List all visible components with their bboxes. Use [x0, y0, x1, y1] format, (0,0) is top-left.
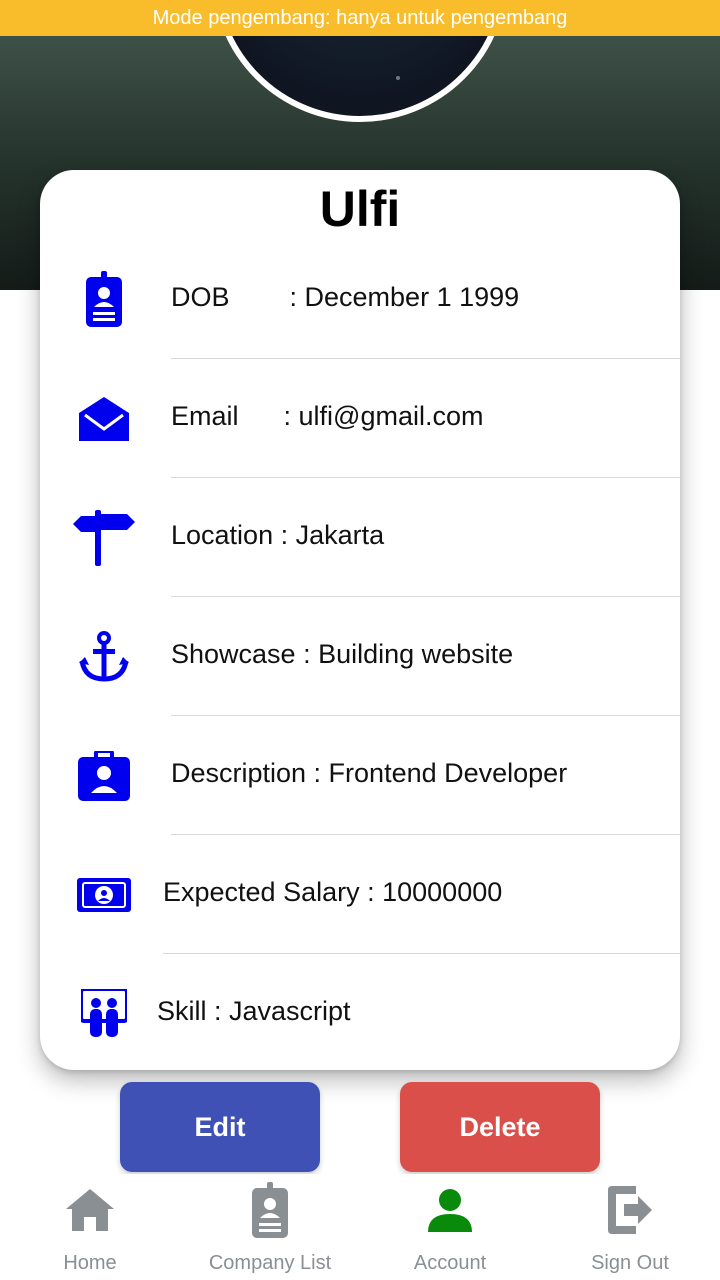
briefcase-user-icon [72, 744, 136, 808]
nav-item-company-list[interactable]: Company List [180, 1174, 360, 1280]
bottom-navigation: Home Company List Account Sign Out [0, 1174, 720, 1280]
detail-row-email: Email : ulfi@gmail.com [40, 359, 680, 478]
detail-label: Location : Jakarta [171, 520, 385, 550]
profile-name: Ulfi [319, 181, 401, 237]
detail-row-description: Description : Frontend Developer [40, 716, 680, 835]
detail-label: Showcase : Building website [171, 639, 514, 669]
detail-row-location: Location : Jakarta [40, 478, 680, 597]
nav-label-company-list: Company List [208, 1252, 332, 1274]
detail-row-dob: DOB : December 1 1999 [40, 240, 680, 359]
money-bill-icon [72, 863, 136, 927]
id-badge-icon [72, 268, 136, 332]
home-icon [0, 1182, 180, 1238]
nav-item-sign-out[interactable]: Sign Out [540, 1174, 720, 1280]
detail-label: DOB : December 1 1999 [171, 282, 520, 312]
envelope-open-icon [72, 387, 136, 451]
avatar-detail [396, 76, 400, 80]
detail-row-showcase: Showcase : Building website [40, 597, 680, 716]
presentation-icon [72, 982, 136, 1046]
profile-card: Ulfi DOB : December 1 1999 Email : ulfi@… [40, 170, 680, 1070]
user-icon [360, 1182, 540, 1238]
nav-label-sign-out: Sign Out [591, 1252, 669, 1274]
nav-label-account: Account [413, 1252, 487, 1274]
detail-label: Expected Salary : 10000000 [163, 877, 503, 907]
anchor-icon [72, 625, 136, 689]
developer-mode-banner: Mode pengembang: hanya untuk pengembang [0, 0, 720, 36]
detail-label: Email : ulfi@gmail.com [171, 401, 484, 431]
nav-item-account[interactable]: Account [360, 1174, 540, 1280]
detail-row-skill: Skill : Javascript [40, 954, 680, 1070]
edit-button[interactable]: Edit [120, 1082, 320, 1172]
id-badge-icon [180, 1182, 360, 1238]
nav-item-home[interactable]: Home [0, 1174, 180, 1280]
detail-label: Description : Frontend Developer [171, 758, 568, 788]
nav-label-home: Home [63, 1252, 117, 1274]
detail-label: Skill : Javascript [157, 996, 351, 1026]
signpost-icon [72, 506, 136, 570]
delete-button[interactable]: Delete [400, 1082, 600, 1172]
sign-out-icon [540, 1182, 720, 1238]
detail-row-expected-salary: Expected Salary : 10000000 [40, 835, 680, 954]
